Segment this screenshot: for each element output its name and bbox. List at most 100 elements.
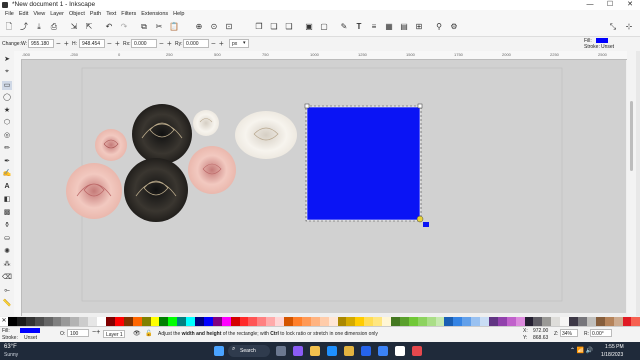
mail-icon[interactable] [378, 346, 388, 356]
palette-swatch[interactable] [123, 317, 133, 326]
rect-handle-tr[interactable] [417, 103, 423, 109]
palette-swatch[interactable] [186, 317, 196, 326]
palette-swatch[interactable] [266, 317, 276, 326]
taskbar-search[interactable]: ⌕ Search [228, 345, 270, 357]
export-icon[interactable]: ⇱ [84, 22, 94, 32]
palette-swatch[interactable] [257, 317, 267, 326]
rose-white-small[interactable] [193, 110, 219, 136]
ungroup-icon[interactable]: ▢ [319, 22, 329, 32]
import-icon[interactable]: ⇲ [69, 22, 79, 32]
palette-swatch[interactable] [373, 317, 383, 326]
palette-swatch[interactable] [497, 317, 507, 326]
minimize-button[interactable]: — [580, 0, 600, 10]
palette-swatch[interactable] [248, 317, 258, 326]
palette-swatch[interactable] [328, 317, 338, 326]
group-icon[interactable]: ▣ [304, 22, 314, 32]
cut-icon[interactable]: ✂ [154, 22, 164, 32]
task-view-icon[interactable] [276, 346, 286, 356]
layer-select[interactable]: Layer 1 [103, 330, 125, 338]
rose-black-bottom[interactable] [124, 158, 188, 222]
rx-decrement[interactable]: − [159, 39, 164, 48]
paint-bucket-tool-icon[interactable]: ⛀ [2, 234, 12, 243]
opacity-field[interactable]: 100 [67, 329, 89, 337]
status-fill-swatch[interactable] [20, 328, 40, 333]
palette-swatch[interactable] [462, 317, 472, 326]
unit-select[interactable]: px [229, 39, 249, 48]
palette-swatch[interactable] [613, 317, 623, 326]
palette-swatch[interactable] [471, 317, 481, 326]
palette-swatch[interactable] [293, 317, 302, 326]
paste-icon[interactable]: 📋 [169, 22, 179, 32]
weather-temp[interactable]: 63°F [4, 344, 17, 350]
rose-pink-small[interactable] [95, 129, 127, 161]
palette-swatch[interactable] [310, 317, 320, 326]
snap-toggle-icon[interactable]: ⤡ [608, 22, 618, 32]
palette-swatch[interactable] [230, 317, 240, 326]
connector-tool-icon[interactable]: ⟜ [2, 286, 12, 295]
clone-icon[interactable]: ❏ [269, 22, 279, 32]
palette-swatch[interactable] [319, 317, 329, 326]
palette-swatch[interactable] [301, 317, 311, 326]
selector-tool-icon[interactable]: ➤ [2, 55, 12, 64]
palette-swatch[interactable] [560, 317, 570, 326]
palette-swatch[interactable] [168, 317, 178, 326]
palette-swatch[interactable] [114, 317, 124, 326]
gradient-tool-icon[interactable]: ◧ [2, 195, 12, 204]
palette-swatch[interactable] [488, 317, 498, 326]
layer-visibility-icon[interactable]: 👁 [133, 330, 141, 337]
undo-icon[interactable]: ↶ [104, 22, 114, 32]
fill-swatch[interactable] [596, 38, 608, 43]
palette-swatch[interactable] [150, 317, 160, 326]
palette-swatch[interactable] [97, 317, 106, 326]
palette-swatch[interactable] [569, 317, 578, 326]
app-icon[interactable] [412, 346, 422, 356]
palette-swatch[interactable] [435, 317, 445, 326]
close-button[interactable]: ✕ [620, 0, 640, 10]
palette-swatch[interactable] [177, 317, 187, 326]
ry-decrement[interactable]: − [211, 39, 216, 48]
height-field[interactable]: 948.454 [79, 39, 105, 48]
xml-editor-icon[interactable]: ✎ [339, 22, 349, 32]
palette-swatch[interactable] [524, 317, 534, 326]
palette-swatch[interactable] [542, 317, 552, 326]
tweak-tool-icon[interactable]: ✺ [2, 247, 12, 256]
palette-swatch[interactable] [52, 317, 62, 326]
store-icon[interactable] [361, 346, 371, 356]
height-decrement[interactable]: − [107, 39, 112, 48]
system-tray-icons[interactable]: ⌃ 📶 🔊 [570, 347, 593, 354]
rx-increment[interactable]: + [167, 39, 172, 48]
align-icon[interactable]: ⊞ [414, 22, 424, 32]
palette-swatch[interactable] [195, 317, 204, 326]
zoom-selection-icon[interactable]: ⊕ [194, 22, 204, 32]
palette-swatch[interactable] [79, 317, 89, 326]
menu-object[interactable]: Object [69, 10, 85, 19]
menu-view[interactable]: View [33, 10, 45, 19]
width-decrement[interactable]: − [56, 39, 61, 48]
palette-swatch[interactable] [43, 317, 53, 326]
chrome-icon[interactable] [310, 346, 320, 356]
rectangle-tool-icon[interactable]: ▭ [2, 81, 12, 90]
pen-tool-icon[interactable]: ✒ [2, 157, 12, 166]
palette-swatch[interactable] [25, 317, 35, 326]
palette-swatch[interactable] [578, 317, 587, 326]
rose-pink-medium[interactable] [188, 146, 236, 194]
palette-swatch[interactable] [506, 317, 516, 326]
menu-text[interactable]: Text [106, 10, 116, 19]
opacity-stepper[interactable]: −+ [92, 329, 100, 336]
star-tool-icon[interactable]: ★ [2, 106, 12, 115]
rx-field[interactable]: 0.000 [131, 39, 157, 48]
mesh-tool-icon[interactable]: ▩ [2, 208, 12, 217]
rect-resize-handle[interactable] [416, 215, 424, 223]
palette-swatch[interactable] [426, 317, 436, 326]
print-icon[interactable]: ⎙ [49, 22, 59, 32]
palette-swatch[interactable] [159, 317, 169, 326]
palette-swatch[interactable] [275, 317, 285, 326]
clock-time[interactable]: 1:55 PM [605, 344, 624, 350]
spiral-tool-icon[interactable]: ◎ [2, 131, 12, 140]
3dbox-tool-icon[interactable]: ⬡ [2, 118, 12, 127]
zoom-field[interactable]: 34% [560, 329, 578, 337]
palette-swatch[interactable] [533, 317, 543, 326]
palette-swatch[interactable] [346, 317, 356, 326]
palette-swatch[interactable] [515, 317, 525, 326]
menu-extensions[interactable]: Extensions [141, 10, 168, 19]
